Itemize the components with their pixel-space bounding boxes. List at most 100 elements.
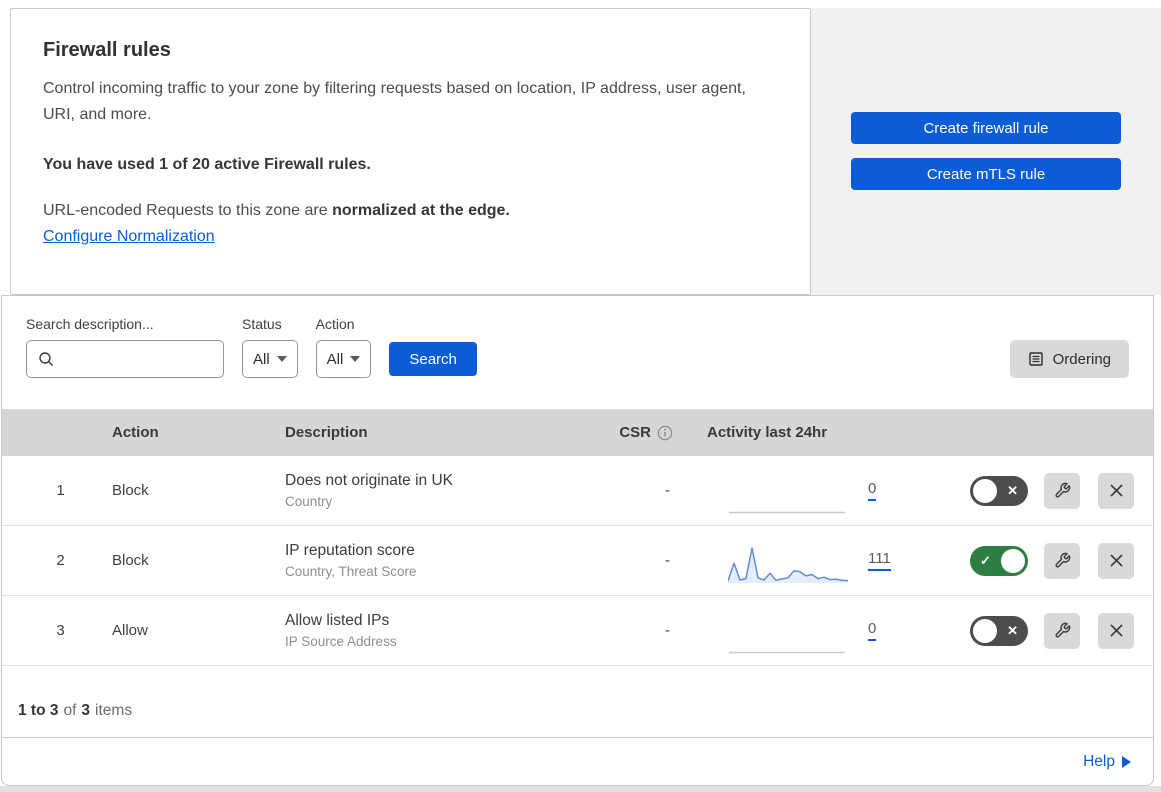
search-input[interactable] <box>27 341 223 377</box>
info-icon[interactable] <box>657 425 673 441</box>
header-csr: CSR <box>590 424 695 441</box>
rule-csr-value: - <box>665 622 670 639</box>
toggle-knob <box>1001 548 1025 573</box>
rule-activity-cell: 111 <box>695 538 940 584</box>
action-filter-dropdown[interactable]: All <box>315 340 372 378</box>
rule-fields: Country <box>285 494 333 509</box>
search-field: Search description... <box>26 316 224 378</box>
firewall-rules-page: Firewall rules Control incoming traffic … <box>0 0 1161 792</box>
rule-action: Allow <box>112 622 148 639</box>
x-icon: ✕ <box>1007 482 1018 498</box>
close-icon <box>1109 554 1123 567</box>
wrench-icon <box>1054 622 1070 638</box>
normalization-bold: normalized at the edge. <box>332 202 510 219</box>
activity-count-link[interactable]: 0 <box>868 480 877 501</box>
delete-rule-button[interactable] <box>1098 472 1134 509</box>
rule-csr-value: - <box>665 552 670 569</box>
header-description: Description <box>285 424 368 441</box>
edit-rule-button[interactable] <box>1044 542 1080 579</box>
arrow-right-icon <box>1122 755 1131 768</box>
table-row: 1 Block Does not originate in UK Country… <box>2 456 1153 526</box>
rule-description-cell: Does not originate in UK Country <box>270 472 590 509</box>
help-link[interactable]: Help <box>1083 753 1131 771</box>
table-header: Action Description CSR Activity last 24h… <box>2 409 1153 456</box>
page-bottom-strip <box>0 786 1161 792</box>
table-row: 2 Block IP reputation score Country, Thr… <box>2 526 1153 596</box>
close-icon <box>1109 624 1123 637</box>
delete-rule-button[interactable] <box>1098 542 1134 579</box>
page-title: Firewall rules <box>43 39 171 61</box>
search-button[interactable]: Search <box>389 342 477 376</box>
normalization-text: URL-encoded Requests to this zone are no… <box>43 202 510 219</box>
action-filter-value: All <box>326 350 344 368</box>
status-filter-value: All <box>253 350 270 368</box>
items-total: 3 <box>81 701 91 719</box>
rule-activity-cell: 0 <box>695 468 940 514</box>
edit-rule-button[interactable] <box>1044 472 1080 509</box>
activity-count-link[interactable]: 111 <box>868 550 891 571</box>
rule-description: IP reputation score <box>285 542 415 559</box>
intro-card: Firewall rules Control incoming traffic … <box>10 8 811 295</box>
items-range: 1 to 3 <box>18 701 59 719</box>
chevron-down-icon <box>276 356 287 362</box>
wrench-icon <box>1054 482 1070 498</box>
toggle-knob <box>973 478 997 503</box>
rule-csr-value: - <box>665 482 670 499</box>
rule-activity-cell: 0 <box>695 608 940 654</box>
filter-bar: Search description... Status All Action <box>2 296 1153 409</box>
rule-action: Block <box>112 552 149 569</box>
close-icon <box>1109 484 1123 497</box>
activity-sparkline <box>729 511 845 513</box>
help-bar: Help <box>2 737 1153 785</box>
top-section: Firewall rules Control incoming traffic … <box>0 0 1161 295</box>
activity-sparkline <box>728 546 848 583</box>
rules-usage-text: You have used 1 of 20 active Firewall ru… <box>43 156 371 173</box>
toggle-knob <box>973 618 997 643</box>
status-filter: Status All <box>242 316 298 378</box>
rule-priority: 3 <box>56 622 65 639</box>
chevron-down-icon <box>350 356 361 362</box>
list-document-icon <box>1028 352 1043 366</box>
help-link-label: Help <box>1083 752 1115 770</box>
rule-priority: 2 <box>56 552 65 569</box>
action-filter-label: Action <box>315 316 355 332</box>
edit-rule-button[interactable] <box>1044 612 1080 649</box>
table-row: 3 Allow Allow listed IPs IP Source Addre… <box>2 596 1153 666</box>
search-label: Search description... <box>26 316 154 332</box>
rule-description: Does not originate in UK <box>285 472 454 489</box>
rule-description-cell: IP reputation score Country, Threat Scor… <box>270 542 590 579</box>
status-filter-dropdown[interactable]: All <box>242 340 298 378</box>
rule-controls: ✓ ✕ <box>940 612 1153 649</box>
status-filter-label: Status <box>242 316 282 332</box>
intro-description: Control incoming traffic to your zone by… <box>43 80 746 123</box>
search-icon <box>39 352 54 367</box>
rule-enabled-toggle[interactable]: ✓ ✕ <box>970 475 1028 506</box>
configure-normalization-link[interactable]: Configure Normalization <box>43 228 215 246</box>
delete-rule-button[interactable] <box>1098 612 1134 649</box>
rule-description-cell: Allow listed IPs IP Source Address <box>270 612 590 649</box>
rule-enabled-toggle[interactable]: ✓ ✕ <box>970 545 1028 576</box>
rules-list-card: Search description... Status All Action <box>1 295 1154 786</box>
rule-description: Allow listed IPs <box>285 612 390 629</box>
rule-enabled-toggle[interactable]: ✓ ✕ <box>970 615 1028 646</box>
actions-panel: Create firewall rule Create mTLS rule <box>811 8 1161 295</box>
header-action: Action <box>112 424 159 441</box>
ordering-button-label: Ordering <box>1052 350 1111 368</box>
action-filter: Action All <box>315 316 372 378</box>
activity-count-link[interactable]: 0 <box>868 620 877 641</box>
header-activity: Activity last 24hr <box>707 424 828 441</box>
table-footer: 1 to 3 of 3 items <box>18 701 133 719</box>
activity-sparkline <box>729 651 845 653</box>
wrench-icon <box>1054 552 1070 568</box>
rule-action: Block <box>112 482 149 499</box>
rule-fields: IP Source Address <box>285 634 397 649</box>
check-icon: ✓ <box>980 552 991 568</box>
ordering-button[interactable]: Ordering <box>1009 340 1129 378</box>
create-mtls-rule-button[interactable]: Create mTLS rule <box>851 158 1121 190</box>
rule-fields: Country, Threat Score <box>285 564 417 579</box>
rule-controls: ✓ ✕ <box>940 542 1153 579</box>
x-icon: ✕ <box>1007 622 1018 638</box>
create-firewall-rule-button[interactable]: Create firewall rule <box>851 112 1121 144</box>
search-box <box>26 340 224 378</box>
rule-priority: 1 <box>56 482 65 499</box>
